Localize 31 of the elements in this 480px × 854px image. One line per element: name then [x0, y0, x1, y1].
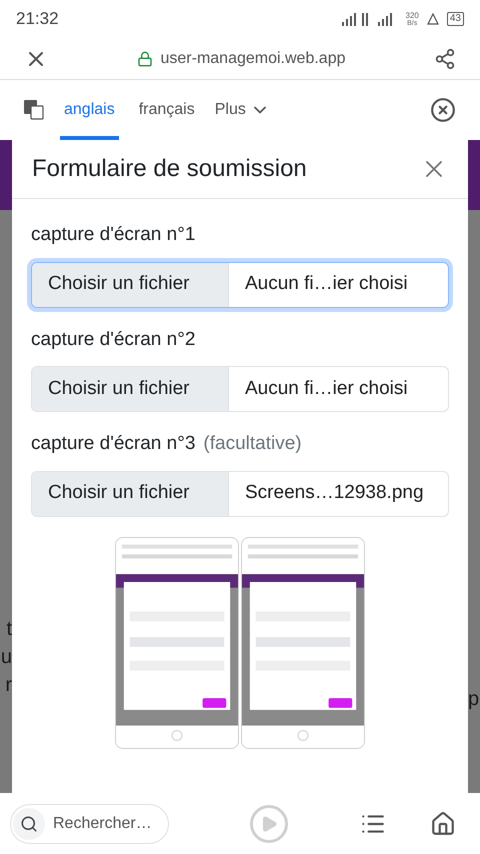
- lock-icon: [136, 50, 152, 66]
- more-languages-button[interactable]: Plus: [214, 98, 270, 122]
- background-text: r: [5, 674, 12, 696]
- warning-icon: [426, 13, 439, 25]
- optional-note: (facultative): [203, 432, 302, 456]
- url-text: user-managemoi.web.app: [160, 48, 346, 68]
- background-text: p: [468, 688, 480, 710]
- file-name: Aucun fi…ier choisi: [244, 376, 409, 401]
- choose-file-button[interactable]: Choisir un fichier: [32, 367, 229, 411]
- share-icon[interactable]: [434, 48, 456, 70]
- network-speed: 320: [406, 12, 419, 20]
- file-input[interactable]: Choisir un fichier Screens…12938.png: [31, 470, 449, 516]
- file-input[interactable]: Choisir un fichier Aucun fi…ier choisi: [31, 366, 449, 412]
- search-icon: [13, 808, 45, 840]
- status-time: 21:32: [16, 8, 59, 30]
- choose-file-button[interactable]: Choisir un fichier: [32, 262, 229, 306]
- field-label: capture d'écran n°3: [31, 432, 196, 456]
- background-text: t: [6, 618, 12, 640]
- translate-icon[interactable]: [24, 100, 44, 120]
- choose-file-button[interactable]: Choisir un fichier: [32, 472, 229, 516]
- modal-title: Formulaire de soumission: [32, 154, 307, 184]
- search-field[interactable]: Rechercher…: [10, 804, 169, 844]
- close-translate-icon[interactable]: [430, 97, 456, 123]
- battery-icon: 43: [446, 12, 464, 26]
- file-name: Aucun fi…ier choisi: [244, 272, 409, 296]
- language-tab[interactable]: français: [134, 80, 199, 140]
- field-label: capture d'écran n°2: [31, 328, 196, 352]
- background-text: u: [0, 646, 12, 668]
- file-name: Screens…12938.png: [244, 481, 425, 506]
- field-label: capture d'écran n°1: [31, 223, 196, 247]
- home-icon[interactable]: [430, 810, 456, 836]
